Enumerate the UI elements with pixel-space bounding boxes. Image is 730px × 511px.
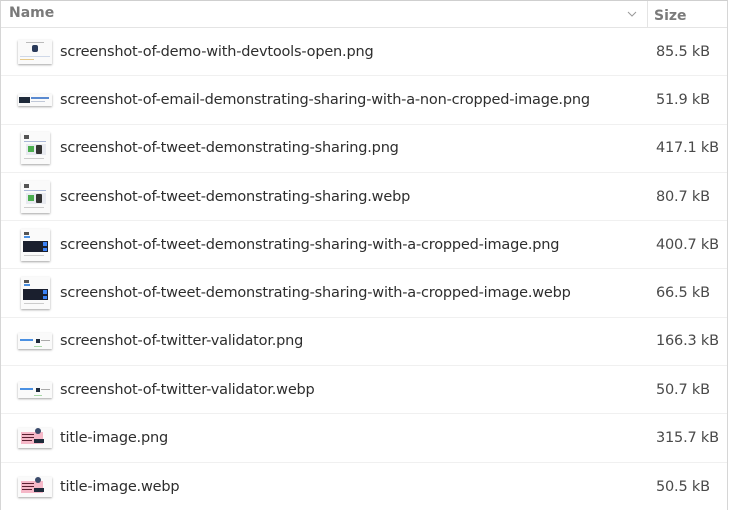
file-thumbnail-icon: [21, 180, 50, 213]
file-name: screenshot-of-tweet-demonstrating-sharin…: [60, 140, 399, 157]
file-size: 417.1 kB: [656, 140, 719, 157]
file-thumbnail-icon: [18, 39, 52, 64]
file-size: 166.3 kB: [656, 333, 719, 350]
file-size: 66.5 kB: [656, 285, 710, 302]
file-size: 50.7 kB: [656, 381, 710, 398]
file-name: screenshot-of-twitter-validator.png: [60, 333, 304, 350]
chevron-down-icon[interactable]: [627, 9, 637, 19]
column-header: Name Size: [1, 1, 727, 28]
file-thumbnail-icon: [21, 228, 50, 261]
size-column-header[interactable]: Size: [648, 1, 727, 27]
file-row[interactable]: screenshot-of-demo-with-devtools-open.pn…: [1, 28, 727, 77]
file-name: screenshot-of-tweet-demonstrating-sharin…: [60, 285, 571, 302]
file-name: screenshot-of-demo-with-devtools-open.pn…: [60, 43, 374, 60]
file-row[interactable]: screenshot-of-twitter-validator.png 166.3…: [1, 318, 727, 367]
file-thumbnail-icon: [18, 93, 52, 106]
file-row[interactable]: screenshot-of-tweet-demonstrating-sharin…: [1, 173, 727, 222]
file-name: title-image.png: [60, 430, 168, 447]
file-rows: screenshot-of-demo-with-devtools-open.pn…: [1, 28, 727, 511]
file-size: 80.7 kB: [656, 188, 710, 205]
file-name: screenshot-of-tweet-demonstrating-sharin…: [60, 236, 560, 253]
file-row[interactable]: screenshot-of-twitter-validator.webp 50.7…: [1, 366, 727, 415]
file-row[interactable]: screenshot-of-tweet-demonstrating-sharin…: [1, 125, 727, 173]
file-size: 400.7 kB: [656, 236, 719, 253]
name-column-header[interactable]: Name: [1, 1, 648, 27]
file-row[interactable]: screenshot-of-tweet-demonstrating-sharin…: [1, 269, 727, 318]
file-size: 85.5 kB: [656, 43, 710, 60]
file-thumbnail-icon: [18, 476, 52, 497]
file-thumbnail-icon: [18, 333, 52, 350]
file-row[interactable]: title-image.png 315.7 kB: [1, 414, 727, 463]
file-name: screenshot-of-twitter-validator.webp: [60, 381, 315, 398]
file-size: 51.9 kB: [656, 91, 710, 108]
file-row[interactable]: screenshot-of-tweet-demonstrating-sharin…: [1, 221, 727, 270]
file-thumbnail-icon: [18, 381, 52, 398]
file-name: screenshot-of-email-demonstrating-sharin…: [60, 91, 590, 108]
file-size: 50.5 kB: [656, 478, 710, 495]
size-column-label: Size: [654, 8, 687, 24]
file-name: screenshot-of-tweet-demonstrating-sharin…: [60, 188, 411, 205]
name-column-label: Name: [9, 5, 55, 21]
file-row[interactable]: title-image.webp 50.5 kB: [1, 463, 727, 511]
file-thumbnail-icon: [18, 428, 52, 449]
file-thumbnail-icon: [21, 277, 50, 310]
file-size: 315.7 kB: [656, 430, 719, 447]
file-thumbnail-icon: [21, 132, 50, 165]
file-name: title-image.webp: [60, 478, 180, 495]
file-list-view: Name Size screenshot-of-demo-with-devtoo…: [0, 0, 728, 510]
file-row[interactable]: screenshot-of-email-demonstrating-sharin…: [1, 76, 727, 125]
